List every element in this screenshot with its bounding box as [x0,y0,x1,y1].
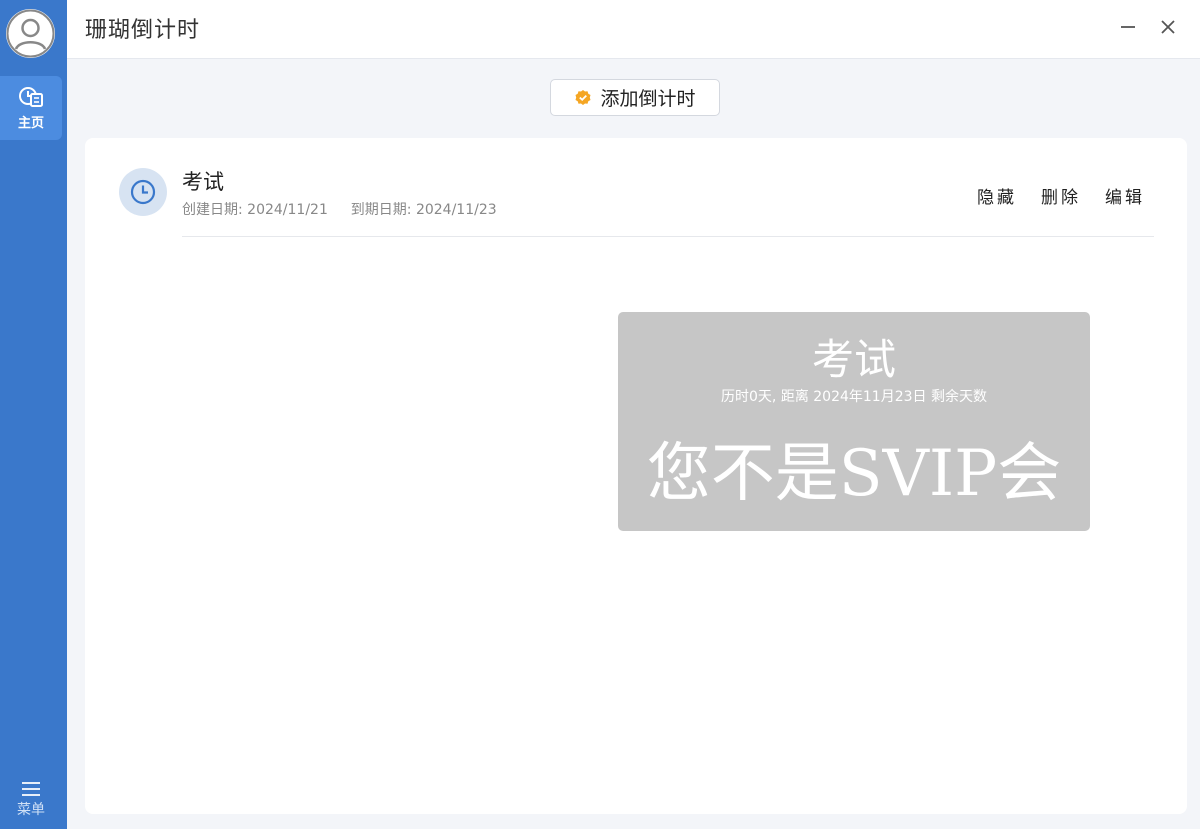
sidebar-item-home[interactable]: 主页 [0,76,62,140]
preview-title: 考试 [811,335,896,384]
add-countdown-label: 添加倒计时 [600,88,696,110]
badge-check-icon [575,89,591,105]
clock-calendar-icon [19,87,43,107]
due-date-label: 到期日期: [350,202,412,218]
countdown-preview: 考试 历时0天, 距离 2024年11月23日 剩余天数 您不是SVIP会员 [618,312,1090,603]
edit-button[interactable]: 编辑 [1105,183,1145,208]
countdown-avatar [119,168,167,216]
user-icon [6,9,55,58]
app-title: 珊瑚倒计时 [85,18,201,43]
sidebar-item-home-label: 主页 [17,116,44,131]
title-bar: 珊瑚倒计时 [67,0,1200,59]
close-button[interactable] [1155,14,1181,40]
minimize-button[interactable] [1115,14,1141,40]
created-date-label: 创建日期: [182,202,243,218]
sidebar: 主页 菜单 [0,0,67,829]
preview-subtitle: 历时0天, 距离 2024年11月23日 剩余天数 [721,389,987,405]
clock-icon [130,179,156,205]
countdown-actions: 隐藏 删除 编辑 [977,183,1145,208]
countdown-card: 考试 创建日期: 2024/11/21 到期日期: 2024/11/23 隐藏 … [85,138,1187,814]
preview-svip-message: 您不是SVIP会员 [646,437,1062,603]
created-date-value: 2024/11/21 [247,202,328,218]
minimize-icon [1121,26,1135,28]
sidebar-item-menu[interactable]: 菜单 [0,772,62,828]
hamburger-menu-icon [22,782,40,796]
add-countdown-button[interactable]: 添加倒计时 [550,79,720,116]
delete-button[interactable]: 删除 [1041,183,1081,208]
countdown-dates: 创建日期: 2024/11/21 到期日期: 2024/11/23 [182,199,497,219]
divider [182,236,1154,237]
user-avatar[interactable] [6,9,55,58]
countdown-title: 考试 [182,170,224,194]
hide-button[interactable]: 隐藏 [977,183,1017,208]
due-date-value: 2024/11/23 [415,202,497,218]
close-icon [1161,20,1175,34]
sidebar-item-menu-label: 菜单 [17,802,45,818]
